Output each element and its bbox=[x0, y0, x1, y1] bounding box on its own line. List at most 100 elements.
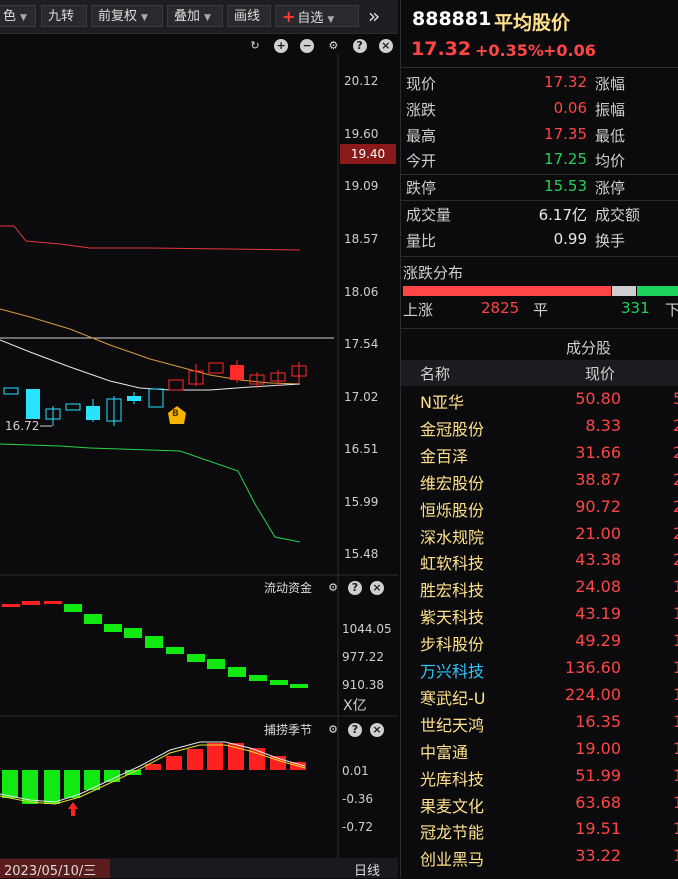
nine-turn-button[interactable]: 九转 bbox=[41, 5, 87, 27]
candle bbox=[65, 403, 81, 411]
quote-right-label: 振幅 bbox=[595, 101, 626, 119]
divider bbox=[401, 256, 678, 257]
quote-value: 17.32 bbox=[544, 73, 587, 91]
more-double-chevron-icon[interactable]: » bbox=[368, 4, 380, 28]
constituent-name: 世纪天鸿 bbox=[420, 716, 485, 735]
up-count: 2825 bbox=[481, 299, 520, 317]
constituent-change-cut: 1 bbox=[673, 793, 678, 812]
index-name: 平均股价 bbox=[494, 12, 571, 34]
constituent-change-cut: 1 bbox=[673, 766, 678, 785]
constituent-name: 创业黑马 bbox=[420, 850, 485, 869]
constituent-price: 43.38 bbox=[575, 550, 621, 569]
price-tick: 20.12 bbox=[344, 74, 379, 88]
settings-gear-icon[interactable]: ⚙ bbox=[326, 723, 340, 737]
adjust-price-dropdown[interactable]: 前复权 ▼ bbox=[91, 5, 163, 27]
constituent-row[interactable]: 寒武纪-U 224.00 1 bbox=[401, 684, 678, 710]
constituent-name: 胜宏科技 bbox=[420, 581, 485, 600]
col-price-header[interactable]: 现价 bbox=[585, 363, 615, 384]
constituent-row[interactable]: 紫天科技 43.19 1 bbox=[401, 603, 678, 629]
quote-label: 今开 bbox=[406, 152, 437, 170]
fund-bars bbox=[2, 601, 308, 688]
constituent-price: 38.87 bbox=[575, 470, 621, 489]
draw-line-button[interactable]: 画线 bbox=[227, 5, 271, 27]
price-tick: 17.54 bbox=[344, 337, 379, 351]
close-icon[interactable]: × bbox=[370, 581, 384, 595]
date-label: 2023/05/10/三 bbox=[4, 864, 97, 879]
constituent-row[interactable]: 果麦文化 63.68 1 bbox=[401, 792, 678, 818]
constituent-name: 维宏股份 bbox=[420, 474, 485, 493]
constituent-row[interactable]: N亚华 50.80 5 bbox=[401, 388, 678, 414]
constituent-row[interactable]: 冠龙节能 19.51 1 bbox=[401, 818, 678, 844]
distribution-title: 涨跌分布 bbox=[403, 264, 464, 282]
constituent-row[interactable]: 恒烁股份 90.72 2 bbox=[401, 496, 678, 522]
constituent-row[interactable]: 万兴科技 136.60 1 bbox=[401, 657, 678, 683]
overlay-dropdown[interactable]: 叠加 ▼ bbox=[167, 5, 223, 27]
overlay-label: 叠加 bbox=[174, 9, 201, 24]
season-tick: 0.01 bbox=[342, 764, 369, 778]
candle bbox=[230, 365, 244, 380]
header-change: +0.06 bbox=[543, 41, 596, 60]
price-tick: 18.06 bbox=[344, 285, 379, 299]
quote-right-label: 成交额 bbox=[595, 206, 641, 224]
constituent-row[interactable]: 世纪天鸿 16.35 1 bbox=[401, 711, 678, 737]
candle bbox=[127, 396, 141, 401]
constituent-price: 224.00 bbox=[565, 685, 621, 704]
chevron-down-icon: ▼ bbox=[141, 13, 148, 23]
constituent-row[interactable]: 金冠股份 8.33 2 bbox=[401, 415, 678, 441]
constituent-row[interactable]: 中富通 19.00 1 bbox=[401, 738, 678, 764]
constituent-row[interactable]: 步科股份 49.29 1 bbox=[401, 630, 678, 656]
constituent-price: 51.99 bbox=[575, 766, 621, 785]
divider bbox=[401, 328, 678, 329]
constituent-row[interactable]: 创业黑马 33.22 1 bbox=[401, 845, 678, 871]
distribution-down-bar bbox=[637, 286, 678, 296]
constituent-price: 21.00 bbox=[575, 524, 621, 543]
constituent-row[interactable]: 维宏股份 38.87 2 bbox=[401, 469, 678, 495]
candle bbox=[3, 387, 19, 395]
add-watchlist-label: 自选 bbox=[297, 11, 324, 26]
season-tick: -0.72 bbox=[342, 820, 374, 834]
quote-right-label: 涨停 bbox=[595, 179, 626, 197]
constituent-change-cut: 1 bbox=[673, 577, 678, 596]
constituent-change-cut: 1 bbox=[673, 846, 678, 865]
season-panel-controls: ⚙? × bbox=[318, 722, 384, 737]
constituent-price: 24.08 bbox=[575, 577, 621, 596]
fund-tick: 910.38 bbox=[342, 678, 384, 692]
quote-label: 现价 bbox=[406, 75, 437, 93]
add-watchlist-button[interactable]: + 自选 ▼ bbox=[275, 5, 359, 27]
constituent-name: 中富通 bbox=[420, 743, 469, 762]
close-icon[interactable]: × bbox=[370, 723, 384, 737]
constituent-row[interactable]: 虹软科技 43.38 2 bbox=[401, 549, 678, 575]
divider bbox=[401, 67, 678, 68]
constituent-name: 寒武纪-U bbox=[420, 689, 486, 708]
constituent-change-cut: 1 bbox=[673, 819, 678, 838]
help-icon[interactable]: ? bbox=[348, 723, 362, 737]
flat-count: 331 bbox=[621, 299, 650, 317]
settings-gear-icon[interactable]: ⚙ bbox=[326, 581, 340, 595]
plus-icon: + bbox=[282, 7, 296, 26]
help-icon[interactable]: ? bbox=[348, 581, 362, 595]
color-menu-button[interactable]: 色 ▼ bbox=[0, 5, 36, 27]
kline-svg bbox=[0, 54, 398, 878]
constituent-name: 金冠股份 bbox=[420, 420, 485, 439]
quote-right-label: 最低 bbox=[595, 127, 626, 145]
constituent-change-cut: 1 bbox=[673, 658, 678, 677]
divider bbox=[401, 200, 678, 201]
constituent-price: 49.29 bbox=[575, 631, 621, 650]
price-tick: 15.99 bbox=[344, 495, 379, 509]
constituent-row[interactable]: 深水规院 21.00 2 bbox=[401, 523, 678, 549]
up-arrow-icon bbox=[68, 802, 78, 816]
constituent-name: 冠龙节能 bbox=[420, 823, 485, 842]
col-name-header[interactable]: 名称 bbox=[420, 363, 450, 384]
period-label[interactable]: 日线 bbox=[354, 860, 380, 879]
constituent-price: 16.35 bbox=[575, 712, 621, 731]
constituent-row[interactable]: 金百泽 31.66 2 bbox=[401, 442, 678, 468]
candle bbox=[208, 362, 224, 374]
upper-band-line bbox=[0, 225, 301, 251]
kline-chart-area[interactable]: ↻ + − ⚙ ? × 20.12 19.60 19.40 19.09 18.5… bbox=[0, 34, 398, 879]
constituent-row[interactable]: 胜宏科技 24.08 1 bbox=[401, 576, 678, 602]
constituent-row[interactable]: 光库科技 51.99 1 bbox=[401, 765, 678, 791]
chart-toolbar: 色 ▼ 九转 前复权 ▼ 叠加 ▼ 画线 + 自选 ▼ » bbox=[0, 0, 398, 34]
distribution-up-bar bbox=[403, 286, 611, 296]
quote-right-label: 涨幅 bbox=[595, 75, 626, 93]
fund-panel-controls: ⚙? × bbox=[318, 580, 384, 595]
